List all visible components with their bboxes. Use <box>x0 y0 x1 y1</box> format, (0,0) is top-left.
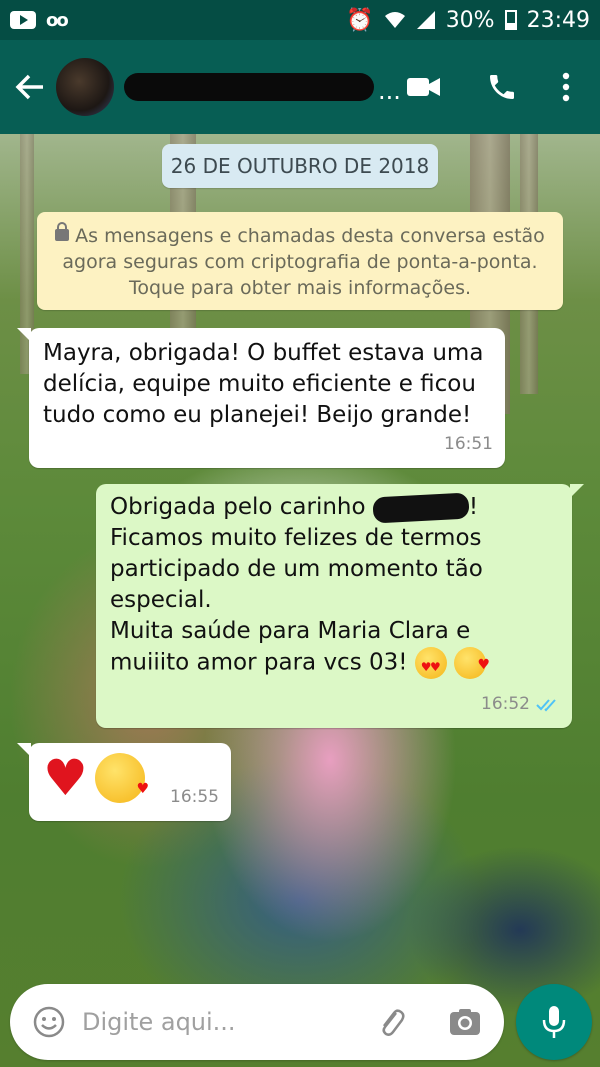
contact-avatar[interactable] <box>56 58 114 116</box>
message-time: 16:51 <box>444 434 493 454</box>
status-bar: oo ⏰ 30% 23:49 <box>0 0 600 40</box>
message-input[interactable] <box>82 1008 352 1036</box>
clock: 23:49 <box>526 7 590 33</box>
video-call-icon[interactable] <box>406 75 442 99</box>
message-body: Ficamos muito felizes de termos particip… <box>110 525 483 644</box>
lock-icon <box>55 221 70 241</box>
phone-call-icon[interactable] <box>486 71 518 103</box>
back-arrow-icon[interactable] <box>10 74 50 100</box>
read-receipt-icon <box>536 698 556 711</box>
contact-name-ellipsis: ... <box>378 77 401 105</box>
contact-name-redacted[interactable] <box>124 73 374 101</box>
message-text-exclamation: ! <box>468 494 479 520</box>
message-time: 16:52 <box>481 694 530 714</box>
emoji-icon[interactable] <box>32 1005 66 1039</box>
more-options-icon[interactable] <box>562 72 570 102</box>
message-text: Mayra, obrigada! O buffet estava uma del… <box>43 340 484 428</box>
incoming-message[interactable]: ♥ 16:55 <box>17 743 231 821</box>
wifi-icon <box>384 12 405 28</box>
notice-line-1: As mensagens e chamadas desta conversa e… <box>75 225 545 247</box>
message-last-line: muiiito amor para vcs 03! <box>110 647 560 683</box>
notice-line-2: agora seguras com criptografia de ponta-… <box>62 251 538 273</box>
date-separator: 26 DE OUTUBRO DE 2018 <box>162 144 438 188</box>
voicemail-icon: oo <box>46 9 69 31</box>
voice-record-button[interactable] <box>516 984 592 1060</box>
message-composer <box>10 984 504 1060</box>
camera-icon[interactable] <box>448 1007 482 1037</box>
battery-percentage: 30% <box>445 7 495 33</box>
notice-line-3: Toque para obter mais informações. <box>128 277 472 299</box>
message-time: 16:55 <box>170 787 219 807</box>
incoming-message[interactable]: Mayra, obrigada! O buffet estava uma del… <box>17 328 505 468</box>
alarm-icon: ⏰ <box>346 7 374 33</box>
message-text-start: Obrigada pelo carinho <box>110 494 373 520</box>
kissing-heart-emoji-icon <box>95 753 149 805</box>
heart-eyes-emoji-icon <box>414 647 447 683</box>
encryption-notice[interactable]: As mensagens e chamadas desta conversa e… <box>37 212 563 310</box>
message-line-1: Obrigada pelo carinho ! <box>110 492 560 523</box>
battery-icon <box>504 10 517 30</box>
attachment-clip-icon[interactable] <box>374 1005 408 1039</box>
kissing-heart-emoji-icon <box>454 647 490 681</box>
outgoing-message[interactable]: Obrigada pelo carinho ! Ficamos muito fe… <box>96 484 584 728</box>
red-heart-emoji-icon: ♥ <box>43 749 88 807</box>
chat-header: ... <box>0 40 600 134</box>
signal-icon <box>416 11 435 29</box>
microphone-icon <box>542 1006 566 1038</box>
redacted-name <box>372 492 470 523</box>
message-text-end: muiiito amor para vcs 03! <box>110 649 415 676</box>
youtube-notification-icon <box>10 11 36 29</box>
